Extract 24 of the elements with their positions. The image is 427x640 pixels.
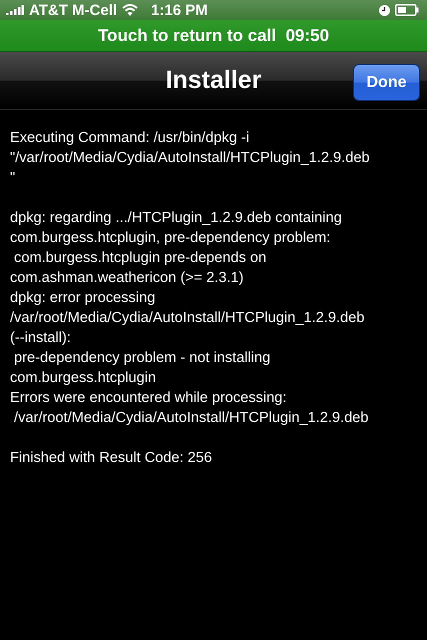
log-line: com.burgess.htcplugin <box>10 369 158 388</box>
log-line: /var/root/Media/Cydia/AutoInstall/HTCPlugin_1.2.9.deb <box>10 309 366 328</box>
wifi-icon <box>122 4 138 16</box>
log-line: /var/root/Media/Cydia/AutoInstall/HTCPlugin_1.2.9.deb <box>13 409 370 428</box>
nav-title: Installer <box>166 66 262 95</box>
clock-icon <box>379 4 390 16</box>
log-line: " <box>10 169 16 188</box>
log-line: Finished with Result Code: 256 <box>10 449 213 468</box>
battery-icon <box>395 4 419 16</box>
signal-icon <box>6 5 24 15</box>
log-line: "/var/root/Media/Cydia/AutoInstall/HTCPlugin_1.2.9.deb <box>10 149 371 168</box>
log-line: dpkg: error processing <box>10 289 156 308</box>
log-line: pre-dependency problem - not installing <box>13 349 272 368</box>
log-line: com.burgess.htcplugin, pre-dependency problem: <box>10 229 332 248</box>
done-button[interactable]: Done <box>353 64 420 101</box>
log-line: Executing Command: /usr/bin/dpkg -i <box>10 129 250 148</box>
log-line: com.burgess.htcplugin pre-depends on <box>13 249 268 268</box>
log-line: com.ashman.weathericon (>= 2.3.1) <box>10 269 245 288</box>
return-to-call-banner[interactable]: Touch to return to call 09:50 <box>0 20 427 52</box>
carrier-name: AT&T M-Cell <box>29 2 118 18</box>
status-time: 1:16 PM <box>151 2 208 18</box>
log-line: (--install): <box>10 329 72 348</box>
log-line: dpkg: regarding .../HTCPlugin_1.2.9.deb containing <box>10 209 343 228</box>
log-line: Errors were encountered while processing: <box>10 389 288 408</box>
